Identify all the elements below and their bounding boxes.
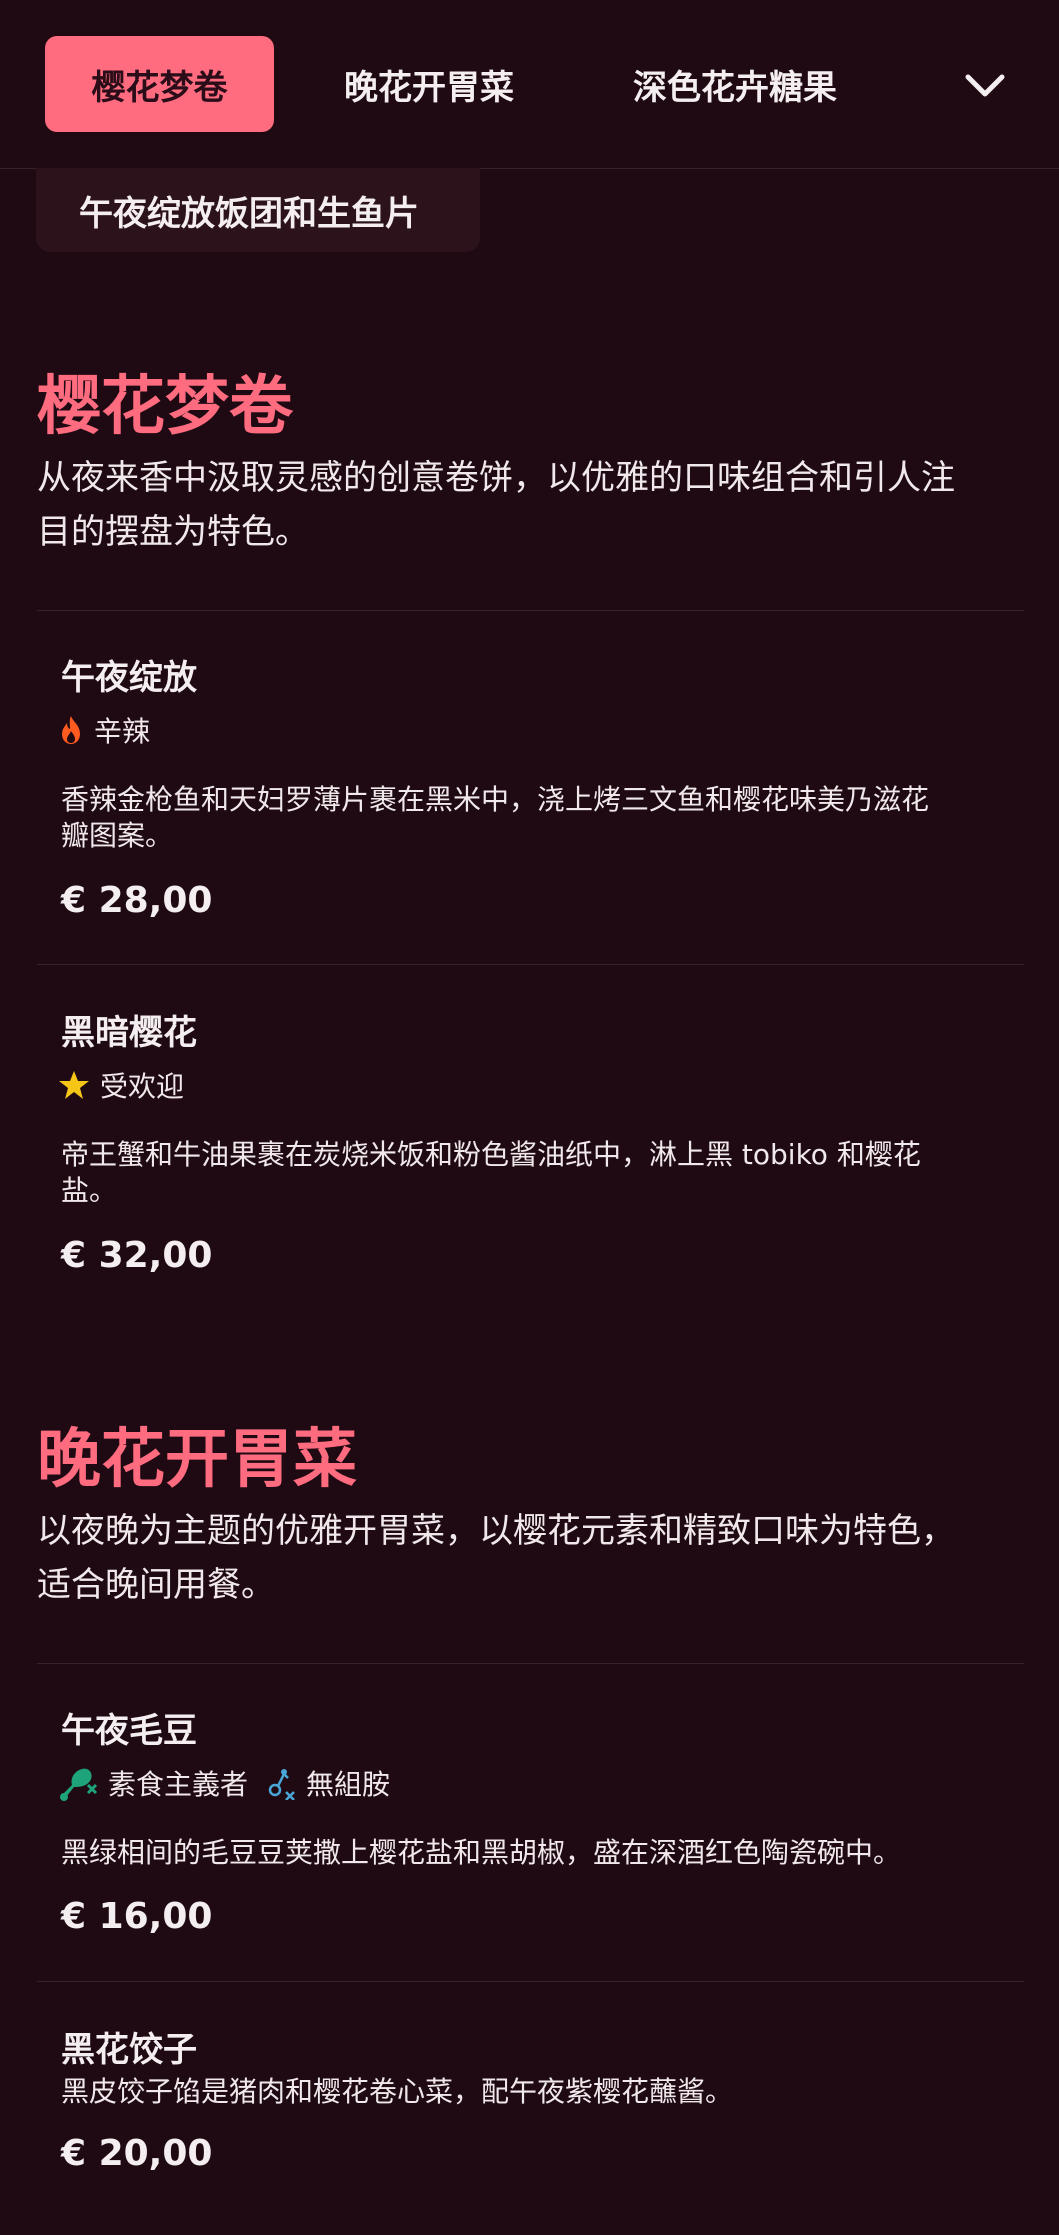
divider [37, 1663, 1024, 1664]
menu-page: 樱花梦卷 晚花开胃菜 深色花卉糖果 午夜绽放饭团和生鱼片 樱花梦卷 从夜来香中汲… [0, 0, 1059, 2235]
description-line: 香辣金枪鱼和天妇罗薄片裹在黑米中，浇上烤三文鱼和樱花味美乃滋花 [61, 783, 930, 816]
tag-popular: 受欢迎 [58, 1065, 184, 1105]
tab-sakura-dream-rolls[interactable]: 樱花梦卷 [45, 36, 274, 132]
section-title: 晚花开胃菜 [37, 1423, 357, 1497]
menu-item-name[interactable]: 午夜绽放 [61, 650, 197, 699]
tag-vegan: 素食主義者 [58, 1763, 248, 1803]
tag-spicy: 辛辣 [58, 710, 150, 750]
section-description: 以夜晚为主题的优雅开胃菜，以樱花元素和精致口味为特色， 适合晚间用餐。 [37, 1504, 1027, 1612]
menu-item-price: € 28,00 [61, 880, 213, 921]
no-histamine-icon [268, 1769, 295, 1800]
flame-icon [62, 716, 80, 744]
subtab-midnight-bloom-onigiri[interactable]: 午夜绽放饭团和生鱼片 [36, 168, 480, 252]
menu-item-description: 黑皮饺子馅是猪肉和樱花卷心菜，配午夜紫樱花蘸酱。 [61, 2074, 1021, 2110]
description-line: 黑绿相间的毛豆豆荚撒上樱花盐和黑胡椒，盛在深酒红色陶瓷碗中。 [61, 1836, 902, 1869]
tag-row: 素食主義者 無組胺 [58, 1765, 398, 1801]
menu-item-name[interactable]: 黑暗樱花 [61, 1005, 197, 1054]
star-icon [59, 1071, 89, 1099]
menu-item-price: € 16,00 [61, 1896, 213, 1937]
tab-evening-appetizers[interactable]: 晚花开胃菜 [318, 36, 540, 132]
menu-item-description: 香辣金枪鱼和天妇罗薄片裹在黑米中，浇上烤三文鱼和樱花味美乃滋花 瓣图案。 [61, 782, 1021, 854]
divider [37, 1981, 1024, 1982]
section-title: 樱花梦卷 [37, 370, 293, 444]
description-line: 帝王蟹和牛油果裹在炭烧米饭和粉色酱油纸中，淋上黑 tobiko 和樱花 [61, 1138, 921, 1171]
description-line: 黑皮饺子馅是猪肉和樱花卷心菜，配午夜紫樱花蘸酱。 [61, 2075, 734, 2108]
section-description: 从夜来香中汲取灵感的创意卷饼，以优雅的口味组合和引人注 目的摆盘为特色。 [37, 451, 1027, 559]
tag-label: 受欢迎 [100, 1070, 185, 1103]
menu-item-description: 帝王蟹和牛油果裹在炭烧米饭和粉色酱油纸中，淋上黑 tobiko 和樱花 盐。 [61, 1137, 1021, 1209]
menu-item-price: € 20,00 [61, 2133, 213, 2174]
chevron-down-icon[interactable] [960, 60, 1010, 110]
tag-row: 辛辣 [58, 712, 158, 748]
section-description-line: 以夜晚为主题的优雅开胃菜，以樱花元素和精致口味为特色， [37, 1511, 955, 1551]
menu-item-name[interactable]: 黑花饺子 [61, 2022, 197, 2071]
no-meat-icon [60, 1768, 98, 1801]
divider [37, 964, 1024, 965]
tag-label: 無組胺 [306, 1768, 391, 1801]
section-description-line: 目的摆盘为特色。 [37, 512, 309, 552]
category-nav: 樱花梦卷 晚花开胃菜 深色花卉糖果 [0, 0, 1059, 169]
tag-row: 受欢迎 [58, 1067, 192, 1103]
menu-item-price: € 32,00 [61, 1235, 213, 1276]
description-line: 盐。 [61, 1174, 118, 1207]
tag-histamine-free: 無組胺 [266, 1763, 390, 1803]
description-line: 瓣图案。 [61, 819, 174, 852]
menu-item-description: 黑绿相间的毛豆豆荚撒上樱花盐和黑胡椒，盛在深酒红色陶瓷碗中。 [61, 1835, 1021, 1871]
menu-item-name[interactable]: 午夜毛豆 [61, 1703, 197, 1752]
section-description-line: 适合晚间用餐。 [37, 1565, 275, 1605]
tag-label: 素食主義者 [108, 1768, 249, 1801]
section-description-line: 从夜来香中汲取灵感的创意卷饼，以优雅的口味组合和引人注 [37, 458, 955, 498]
tag-label: 辛辣 [94, 715, 151, 748]
tab-dark-floral-sweets[interactable]: 深色花卉糖果 [600, 36, 870, 132]
divider [37, 610, 1024, 611]
